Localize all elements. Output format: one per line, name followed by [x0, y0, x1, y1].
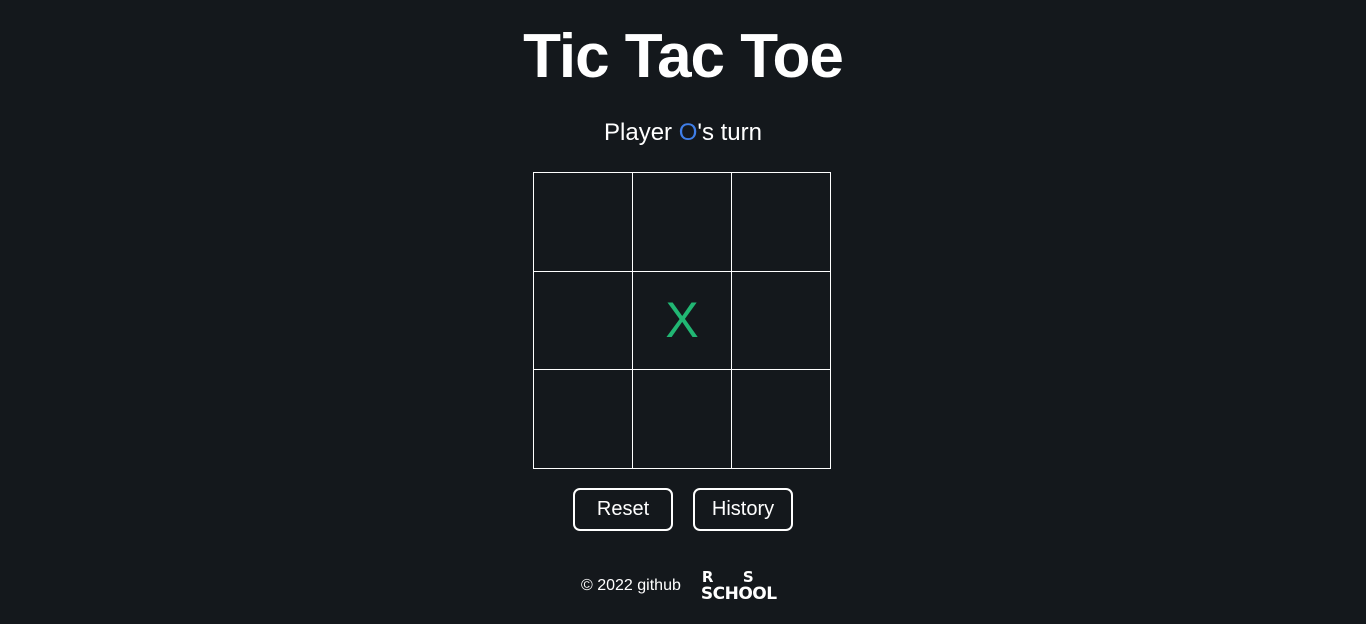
page-title: Tic Tac Toe [523, 22, 844, 91]
logo-letter-s: S [742, 568, 754, 586]
history-button[interactable]: History [693, 488, 793, 531]
board-cell-1[interactable] [534, 173, 633, 272]
game-board: X [533, 172, 831, 469]
rs-school-logo[interactable]: R S SCHOOL [701, 569, 785, 603]
logo-letter-r: R [701, 568, 714, 586]
board-cell-8[interactable] [633, 370, 732, 469]
board-cell-6[interactable] [732, 271, 831, 371]
board-cell-4[interactable] [534, 271, 633, 371]
board-cell-3[interactable] [732, 173, 831, 272]
reset-button[interactable]: Reset [573, 488, 673, 531]
board-cell-9[interactable] [732, 370, 831, 469]
turn-status-prefix: Player [604, 119, 679, 146]
footer: © 2022 github R S SCHOOL [581, 566, 785, 606]
controls: Reset History [573, 488, 793, 531]
github-link[interactable]: © 2022 github [581, 566, 681, 606]
turn-status: Player O's turn [0, 118, 1366, 148]
board-cell-5[interactable]: X [633, 271, 732, 371]
board-cell-2[interactable] [633, 173, 732, 272]
game-page: Tic Tac Toe Player O's turn X Reset Hist… [0, 0, 1366, 624]
current-player: O [678, 119, 698, 146]
turn-status-suffix: 's turn [697, 119, 762, 146]
board-cell-7[interactable] [534, 370, 633, 469]
logo-school-text: SCHOOL [700, 584, 777, 604]
